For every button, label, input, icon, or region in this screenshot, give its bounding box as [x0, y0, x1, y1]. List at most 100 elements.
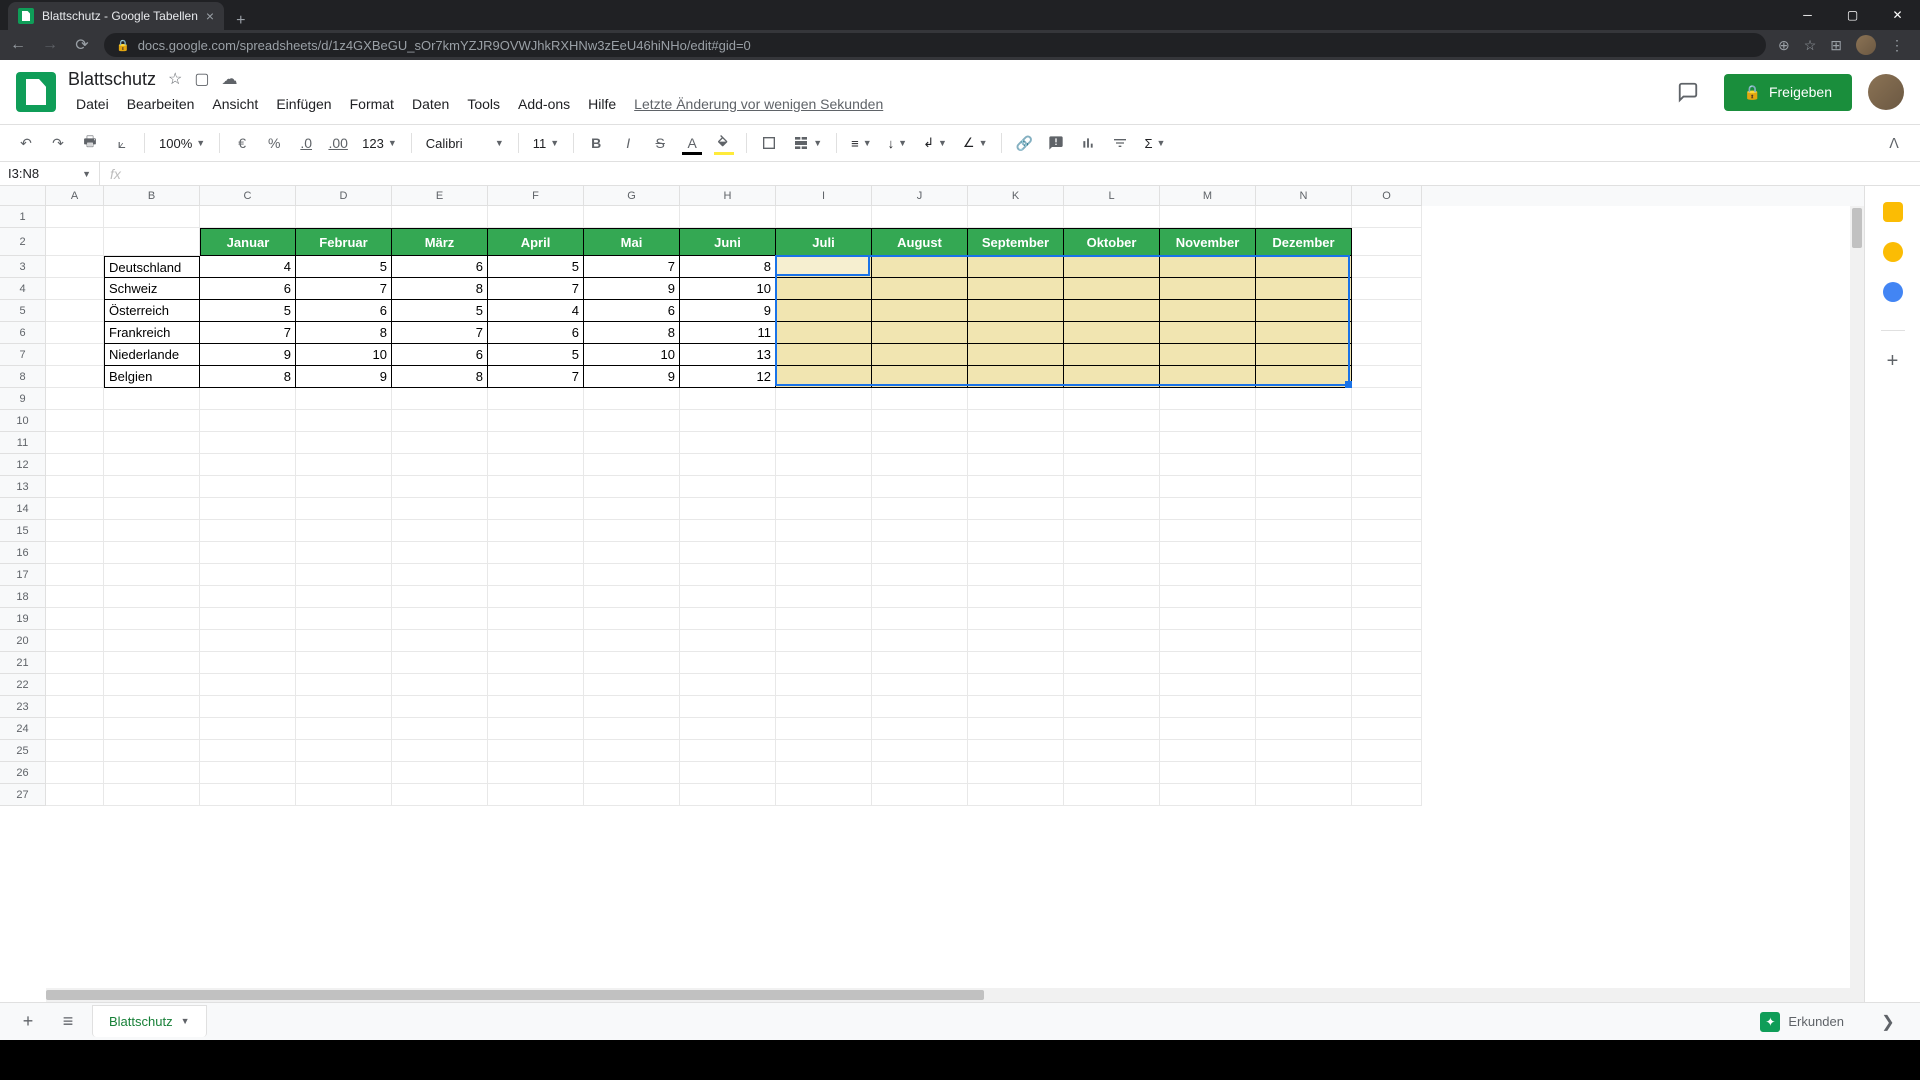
cell[interactable] [680, 410, 776, 432]
cell[interactable] [200, 762, 296, 784]
cell[interactable]: 13 [680, 344, 776, 366]
cell[interactable] [584, 432, 680, 454]
cell[interactable] [872, 322, 968, 344]
cell[interactable] [1160, 322, 1256, 344]
cell[interactable]: April [488, 228, 584, 256]
row-header[interactable]: 24 [0, 718, 46, 740]
cell[interactable] [200, 454, 296, 476]
decrease-decimals-button[interactable]: .0 [292, 129, 320, 157]
cell[interactable] [1064, 206, 1160, 228]
cell[interactable] [488, 432, 584, 454]
browser-tab[interactable]: Blattschutz - Google Tabellen × [8, 2, 224, 30]
cell[interactable] [104, 564, 200, 586]
redo-button[interactable]: ↷ [44, 129, 72, 157]
cell[interactable] [392, 206, 488, 228]
cell[interactable] [104, 608, 200, 630]
row-header[interactable]: 20 [0, 630, 46, 652]
cell[interactable] [776, 784, 872, 806]
cell[interactable] [488, 388, 584, 410]
star-icon[interactable]: ☆ [168, 69, 182, 89]
cell[interactable] [46, 762, 104, 784]
cell[interactable] [1352, 608, 1422, 630]
cell[interactable] [968, 366, 1064, 388]
document-title[interactable]: Blattschutz [68, 69, 156, 90]
reload-button[interactable]: ⟳ [72, 35, 92, 55]
row-header[interactable]: 19 [0, 608, 46, 630]
cell[interactable] [46, 718, 104, 740]
row-header[interactable]: 5 [0, 300, 46, 322]
cell[interactable] [1352, 476, 1422, 498]
cell[interactable] [488, 498, 584, 520]
cell[interactable] [968, 630, 1064, 652]
cell[interactable] [104, 696, 200, 718]
cell[interactable] [392, 476, 488, 498]
cell[interactable]: 9 [200, 344, 296, 366]
cell[interactable] [680, 520, 776, 542]
cell[interactable] [1256, 206, 1352, 228]
cell[interactable] [392, 564, 488, 586]
cell[interactable] [1256, 498, 1352, 520]
cell[interactable] [200, 410, 296, 432]
cell[interactable] [968, 718, 1064, 740]
cell[interactable] [1256, 344, 1352, 366]
calendar-icon[interactable] [1883, 202, 1903, 222]
cell[interactable] [392, 388, 488, 410]
cell[interactable] [46, 784, 104, 806]
cell[interactable] [680, 498, 776, 520]
last-edit-text[interactable]: Letzte Änderung vor wenigen Sekunden [626, 92, 891, 116]
cell[interactable] [1064, 784, 1160, 806]
cell[interactable] [296, 718, 392, 740]
cell[interactable] [968, 498, 1064, 520]
cell[interactable] [1064, 586, 1160, 608]
cell[interactable] [1064, 498, 1160, 520]
merge-cells-button[interactable]: ▼ [787, 135, 828, 151]
cell[interactable] [296, 564, 392, 586]
cell[interactable]: Österreich [104, 300, 200, 322]
increase-decimals-button[interactable]: .00 [324, 129, 352, 157]
cell[interactable] [392, 696, 488, 718]
tasks-icon[interactable] [1883, 282, 1903, 302]
cell[interactable] [1352, 784, 1422, 806]
back-button[interactable]: ← [8, 36, 28, 54]
cell[interactable] [1352, 674, 1422, 696]
cell[interactable]: Mai [584, 228, 680, 256]
cell[interactable] [46, 740, 104, 762]
chevron-down-icon[interactable]: ▼ [181, 1016, 190, 1026]
cell[interactable] [1160, 630, 1256, 652]
row-header[interactable]: 6 [0, 322, 46, 344]
cell[interactable] [584, 740, 680, 762]
cell[interactable] [1064, 696, 1160, 718]
cell[interactable] [46, 652, 104, 674]
cell[interactable] [1160, 762, 1256, 784]
cell[interactable] [1256, 366, 1352, 388]
cell[interactable] [584, 206, 680, 228]
cell[interactable] [872, 388, 968, 410]
all-sheets-button[interactable]: ≡ [52, 1006, 84, 1038]
extensions-icon[interactable]: ⊞ [1830, 37, 1842, 54]
cell[interactable]: 10 [680, 278, 776, 300]
cell[interactable] [1256, 674, 1352, 696]
cell[interactable] [584, 630, 680, 652]
cell[interactable] [104, 542, 200, 564]
cell[interactable] [776, 256, 872, 278]
cell[interactable] [200, 206, 296, 228]
cell[interactable] [776, 718, 872, 740]
cell[interactable] [776, 630, 872, 652]
cell[interactable] [46, 432, 104, 454]
tab-close-icon[interactable]: × [206, 8, 214, 24]
cell[interactable] [1160, 718, 1256, 740]
cell[interactable] [680, 564, 776, 586]
column-header[interactable]: M [1160, 186, 1256, 206]
cell[interactable] [46, 388, 104, 410]
cell[interactable] [1352, 432, 1422, 454]
cell[interactable] [392, 740, 488, 762]
cell[interactable] [776, 520, 872, 542]
new-tab-button[interactable]: + [224, 12, 257, 30]
cell[interactable] [488, 674, 584, 696]
row-header[interactable]: 23 [0, 696, 46, 718]
cell[interactable] [296, 608, 392, 630]
column-header[interactable]: E [392, 186, 488, 206]
cell[interactable] [46, 300, 104, 322]
cell[interactable] [968, 762, 1064, 784]
h-align-button[interactable]: ≡▼ [845, 136, 878, 151]
